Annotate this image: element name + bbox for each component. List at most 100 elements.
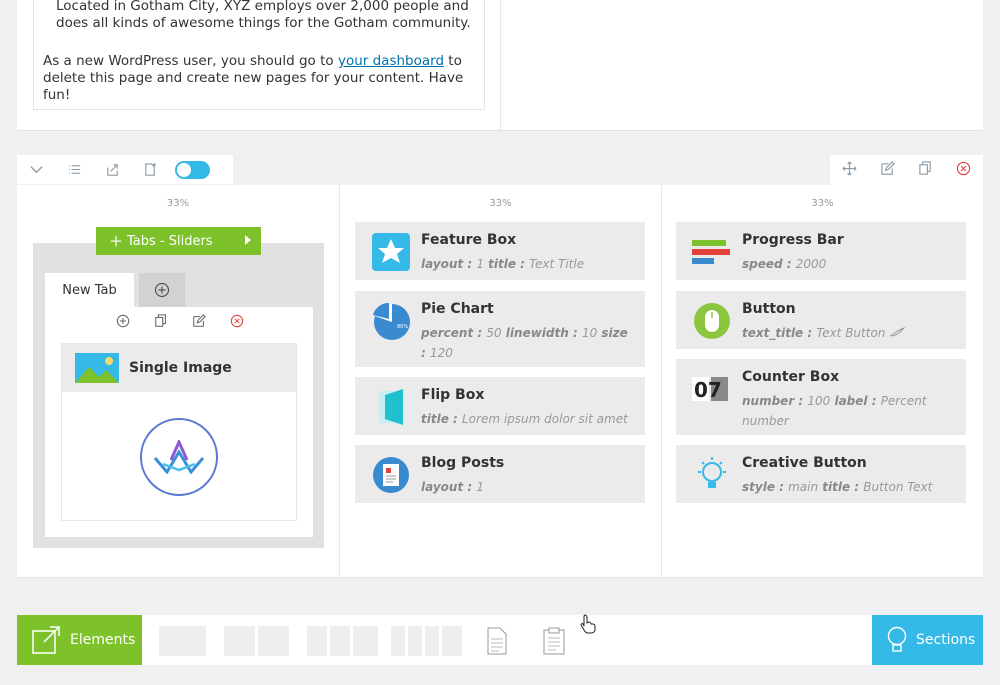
- text-block[interactable]: been providing quality doohickeys to the…: [33, 0, 485, 110]
- column-2: 33% Feature Box layout : 1 title : Text …: [340, 185, 661, 578]
- layout-four-columns[interactable]: [391, 626, 462, 656]
- clipboard-icon[interactable]: [543, 627, 565, 659]
- param-value: 1: [476, 257, 484, 271]
- image-icon: [75, 353, 119, 383]
- crown-logo-icon: [153, 440, 205, 474]
- section-toolbar-left: [17, 155, 233, 185]
- param-key: title :: [818, 480, 864, 494]
- tab-panel: Single Image: [45, 307, 313, 537]
- tabs-widget[interactable]: New Tab Single Image: [33, 243, 324, 548]
- element-params: style : main title : Button Text: [742, 477, 957, 497]
- feature-box-element[interactable]: Feature Box layout : 1 title : Text Titl…: [355, 222, 645, 280]
- column-width-label: 33%: [489, 198, 512, 209]
- button-element[interactable]: Button text_title : Text Button: [676, 291, 966, 349]
- layout-three-columns[interactable]: [307, 626, 378, 656]
- param-key: linewidth :: [501, 326, 582, 340]
- tab-actions: [115, 313, 245, 329]
- pie-chart-element[interactable]: 80% Pie Chart percent : 50 linewidth : 1…: [355, 291, 645, 367]
- sections-label: Sections: [916, 632, 976, 648]
- progress-bar-element[interactable]: Progress Bar speed : 2000: [676, 222, 966, 280]
- list-icon[interactable]: [55, 155, 93, 185]
- star-icon: [372, 233, 410, 271]
- tab-new-tab[interactable]: New Tab: [45, 273, 134, 307]
- mouse-icon: [694, 303, 730, 339]
- feather-icon: [889, 327, 906, 337]
- element-params: speed : 2000: [742, 254, 957, 274]
- flip-box-icon: [379, 389, 403, 425]
- element-params: percent : 50 linewidth : 10 size : 120: [421, 323, 636, 363]
- param-value: Lorem ipsum dolor sit amet: [462, 412, 628, 426]
- paragraph-intro: been providing quality doohickeys to the…: [56, 0, 471, 31]
- column-width-label: 33%: [166, 198, 190, 209]
- paragraph-wordpress: As a new WordPress user, you should go t…: [43, 53, 483, 104]
- param-key: label :: [830, 394, 881, 408]
- single-image-header: Single Image: [62, 344, 296, 392]
- param-value: Text Title: [529, 257, 585, 271]
- param-value: 10: [581, 326, 598, 340]
- param-key: layout :: [421, 257, 477, 271]
- dashboard-link[interactable]: your dashboard: [338, 53, 444, 69]
- element-title: Blog Posts: [421, 455, 505, 471]
- counter-icon: 07: [692, 377, 728, 402]
- element-params: layout : 1: [421, 477, 636, 497]
- column-1: 33% New Tab Single Image Tabs - Sliders: [17, 185, 339, 578]
- param-key: speed :: [742, 257, 796, 271]
- element-params: title : Lorem ipsum dolor sit amet: [421, 409, 636, 429]
- logo-image: [140, 418, 218, 496]
- chevron-down-icon[interactable]: [17, 155, 55, 185]
- paragraph-text-before: As a new WordPress user, you should go t…: [43, 53, 338, 69]
- text-section: been providing quality doohickeys to the…: [17, 0, 983, 131]
- param-value: 120: [429, 346, 453, 360]
- edit-icon[interactable]: [191, 313, 207, 329]
- move-icon[interactable]: [842, 161, 857, 180]
- param-key: title :: [421, 412, 462, 426]
- add-element-icon[interactable]: [115, 313, 131, 329]
- edit-icon[interactable]: [880, 160, 895, 180]
- section-toolbar-right: [830, 155, 983, 185]
- element-params: layout : 1 title : Text Title: [421, 254, 636, 274]
- hand-cursor-icon: [580, 614, 596, 634]
- move-icon: [110, 235, 122, 247]
- param-value: Button Text: [863, 480, 933, 494]
- param-key: title :: [483, 257, 530, 271]
- creative-button-element[interactable]: Creative Button style : main title : But…: [676, 445, 966, 503]
- param-value: main: [788, 480, 819, 494]
- copy-icon[interactable]: [153, 313, 169, 329]
- delete-icon[interactable]: [229, 313, 245, 329]
- caret-right-icon[interactable]: [245, 235, 251, 245]
- element-params: number : 100 label : Percent number: [742, 391, 957, 431]
- single-image-element[interactable]: Single Image: [61, 343, 297, 521]
- param-key: number :: [742, 394, 808, 408]
- lightbulb-icon: [698, 457, 726, 488]
- column-width-label: 33%: [811, 198, 834, 209]
- add-page-icon[interactable]: [131, 155, 169, 185]
- column-divider: [500, 0, 501, 131]
- counter-digits: 07: [694, 378, 722, 402]
- counter-box-element[interactable]: 07 Counter Box number : 100 label : Perc…: [676, 359, 966, 435]
- elements-button[interactable]: Elements: [17, 615, 142, 665]
- single-image-label: Single Image: [129, 360, 232, 376]
- flip-box-element[interactable]: Flip Box title : Lorem ipsum dolor sit a…: [355, 377, 645, 435]
- share-icon[interactable]: [93, 155, 131, 185]
- add-tab-button[interactable]: [139, 273, 185, 307]
- lightbulb-icon: [887, 626, 907, 652]
- layout-one-column[interactable]: [159, 626, 206, 656]
- param-key: percent :: [421, 326, 487, 340]
- tabs-sliders-handle[interactable]: Tabs - Sliders: [96, 227, 261, 255]
- section-toggle[interactable]: [175, 160, 210, 179]
- bottom-toolbar: Elements Sections: [17, 615, 983, 665]
- sections-button[interactable]: Sections: [872, 615, 983, 665]
- pie-chart-icon: 80%: [373, 302, 410, 340]
- column-3: 33% Progress Bar speed : 2000 Button tex…: [662, 185, 983, 578]
- element-title: Button: [742, 301, 796, 317]
- blog-posts-icon: [373, 457, 409, 493]
- plus-circle-icon: [154, 282, 170, 298]
- layout-two-columns[interactable]: [224, 626, 289, 656]
- delete-icon[interactable]: [956, 161, 971, 180]
- copy-icon[interactable]: [918, 160, 933, 180]
- blog-posts-element[interactable]: Blog Posts layout : 1: [355, 445, 645, 503]
- progress-bar-icon: [692, 240, 730, 264]
- element-title: Counter Box: [742, 369, 840, 385]
- page-template-icon[interactable]: [487, 627, 507, 659]
- expand-icon: [32, 626, 60, 654]
